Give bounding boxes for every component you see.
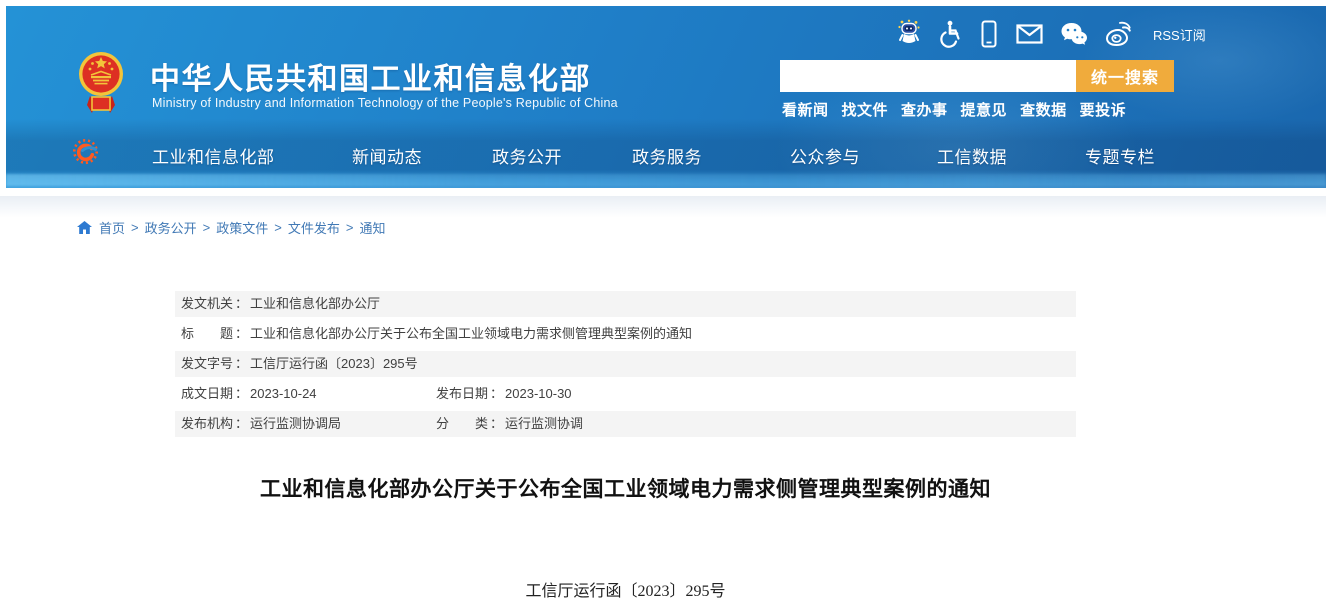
search-input[interactable] [780,60,1076,92]
weibo-icon[interactable] [1105,19,1134,49]
meta-row-doc-number: 发文字号：工信厅运行函〔2023〕295号 [175,351,1076,377]
national-emblem-logo [78,48,124,116]
meta-value: 工信厅运行函〔2023〕295号 [250,356,418,371]
article-title: 工业和信息化部办公厅关于公布全国工业领域电力需求侧管理典型案例的通知 [175,473,1076,503]
page: RSS订阅 中华人民共和国工业和信息化部 Ministry of Industr… [0,0,1326,607]
meta-cell: 成文日期：2023-10-24 [175,381,317,407]
site-subtitle: Ministry of Industry and Information Tec… [152,96,618,110]
meta-value: 2023-10-30 [505,386,572,401]
home-icon[interactable] [77,221,92,234]
meta-cell: 发文字号：工信厅运行函〔2023〕295号 [175,351,418,377]
quick-link-news[interactable]: 看新闻 [782,99,829,120]
quick-link-documents[interactable]: 找文件 [842,99,889,120]
breadcrumb-policy[interactable]: 政策文件 [216,218,268,237]
meta-value: 运行监测协调 [505,416,583,431]
meta-row-publisher: 发布机构：运行监测协调局 分 类：运行监测协调 [175,411,1076,437]
wechat-icon[interactable] [1060,19,1088,49]
site-header-banner: RSS订阅 中华人民共和国工业和信息化部 Ministry of Industr… [6,6,1326,188]
unified-search-button[interactable]: 统一搜索 [1076,60,1174,92]
quick-link-services[interactable]: 查办事 [901,99,948,120]
nav-item-gov-serve[interactable]: 政务服务 [632,143,702,168]
quick-link-feedback[interactable]: 提意见 [961,99,1008,120]
nav-item-data[interactable]: 工信数据 [937,143,1007,168]
mobile-icon[interactable] [979,19,999,49]
ai-assistant-icon[interactable] [896,19,922,49]
breadcrumb-notice[interactable]: 通知 [359,218,385,237]
meta-row-issuing-agency: 发文机关：工业和信息化部办公厅 [175,291,1076,317]
article-doc-number: 工信厅运行函〔2023〕295号 [175,577,1076,601]
meta-cell: 分 类：运行监测协调 [430,411,583,437]
nav-item-news[interactable]: 新闻动态 [352,143,422,168]
meta-row-dates: 成文日期：2023-10-24 发布日期：2023-10-30 [175,381,1076,407]
nav-item-gov-open[interactable]: 政务公开 [492,143,562,168]
meta-cell: 标 题：工业和信息化部办公厅关于公布全国工业领域电力需求侧管理典型案例的通知 [175,321,692,347]
quick-link-complaint[interactable]: 要投诉 [1080,99,1127,120]
meta-value: 运行监测协调局 [250,416,341,431]
nav-item-topics[interactable]: 专题专栏 [1085,143,1155,168]
breadcrumb-gov-open[interactable]: 政务公开 [145,218,197,237]
rss-subscribe-link[interactable]: RSS订阅 [1153,25,1206,44]
meta-cell: 发布机构：运行监测协调局 [175,411,341,437]
meta-value: 2023-10-24 [250,386,317,401]
breadcrumb-separator: > [274,220,282,235]
meta-cell: 发布日期：2023-10-30 [430,381,572,407]
breadcrumb-separator: > [203,220,211,235]
meta-cell: 发文机关：工业和信息化部办公厅 [175,291,380,317]
quick-links-bar: 看新闻 找文件 查办事 提意见 查数据 要投诉 [782,99,1126,120]
quick-link-data[interactable]: 查数据 [1020,99,1067,120]
breadcrumb-separator: > [131,220,139,235]
nav-item-public[interactable]: 公众参与 [790,143,860,168]
site-title: 中华人民共和国工业和信息化部 [150,54,591,98]
mail-icon[interactable] [1016,19,1043,49]
banner-bottom-gradient [0,196,1326,218]
breadcrumb-publish[interactable]: 文件发布 [288,218,340,237]
breadcrumb: 首页 > 政务公开 > 政策文件 > 文件发布 > 通知 [77,218,385,237]
meta-value: 工业和信息化部办公厅 [250,296,380,311]
nav-item-miit[interactable]: 工业和信息化部 [152,143,275,168]
meta-value: 工业和信息化部办公厅关于公布全国工业领域电力需求侧管理典型案例的通知 [250,326,692,341]
breadcrumb-home[interactable]: 首页 [99,218,125,237]
accessibility-icon[interactable] [939,19,962,49]
document-meta-table: 发文机关：工业和信息化部办公厅 标 题：工业和信息化部办公厅关于公布全国工业领域… [175,291,1076,441]
miit-gear-logo-icon [72,138,100,166]
breadcrumb-separator: > [346,220,354,235]
utility-icon-bar: RSS订阅 [896,18,1206,50]
meta-row-title: 标 题：工业和信息化部办公厅关于公布全国工业领域电力需求侧管理典型案例的通知 [175,321,1076,347]
